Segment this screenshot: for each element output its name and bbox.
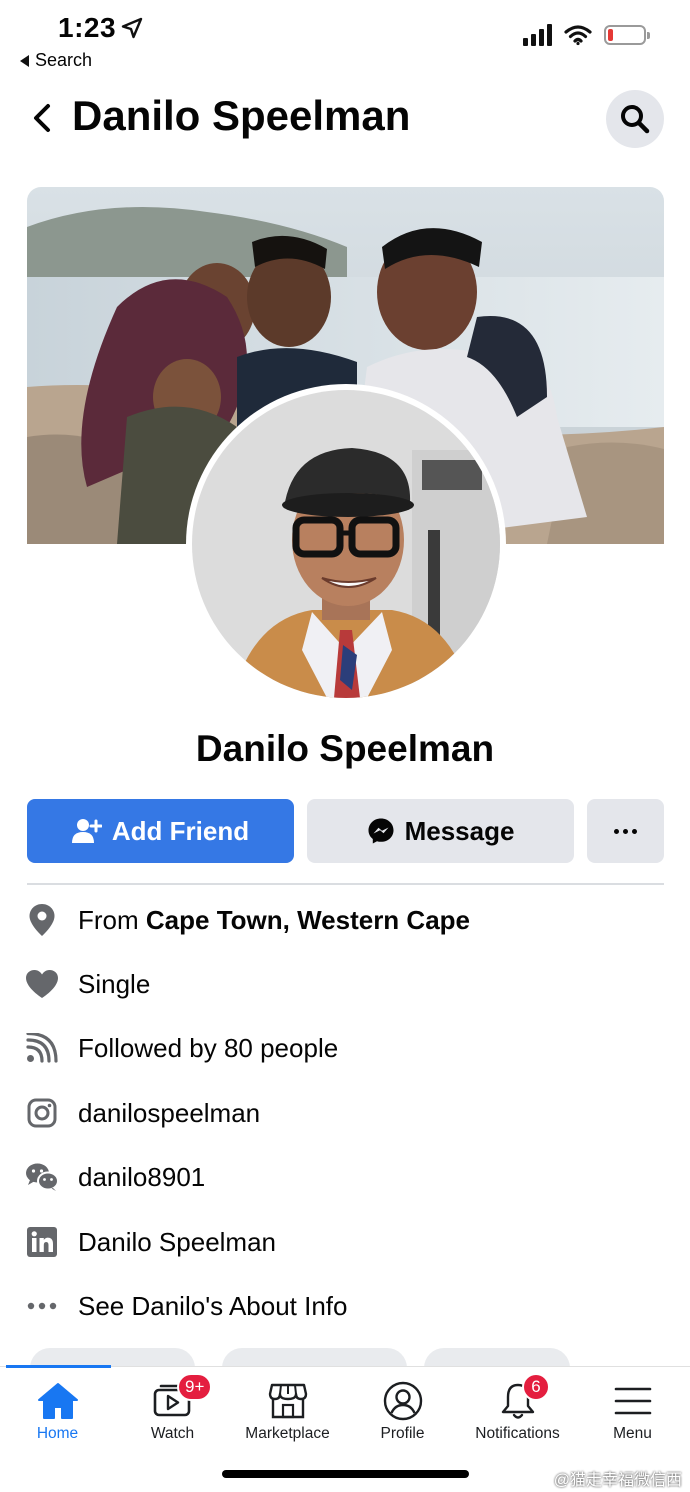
linkedin-icon [24, 1224, 60, 1260]
hometown-link[interactable]: Cape Town, Western Cape [146, 905, 470, 935]
tab-profile-label: Profile [380, 1425, 425, 1442]
back-triangle-icon [20, 54, 29, 67]
info-row-relationship: Single [24, 959, 670, 1009]
tab-watch-label: Watch [150, 1425, 195, 1442]
message-button[interactable]: Message [307, 799, 574, 863]
followers-text: Followed by 80 people [78, 1032, 339, 1063]
profile-icon [380, 1381, 426, 1421]
messenger-icon [368, 818, 394, 844]
tab-watch[interactable]: 9+ Watch [115, 1373, 230, 1443]
wechat-icon [24, 1159, 60, 1195]
profile-name: Danilo Speelman [195, 728, 495, 769]
wifi-icon [564, 25, 592, 46]
active-tab-indicator [6, 1365, 111, 1368]
tab-marketplace-label: Marketplace [245, 1425, 330, 1442]
signal-icon [523, 24, 552, 46]
info-row-hometown: From Cape Town, Western Cape [24, 895, 670, 945]
tab-marketplace[interactable]: Marketplace [230, 1377, 345, 1443]
section-divider [27, 883, 664, 885]
instagram-icon [24, 1095, 60, 1131]
instagram-handle: danilospeelman [78, 1097, 261, 1128]
status-back-to-search[interactable]: Search [20, 50, 92, 71]
search-button[interactable] [606, 90, 664, 148]
more-dots-icon [24, 1288, 60, 1324]
page-title: Danilo Speelman [72, 92, 411, 139]
about-info-link[interactable]: See Danilo's About Info [78, 1291, 347, 1322]
more-options-button[interactable] [587, 799, 664, 863]
back-chevron-icon[interactable] [24, 98, 64, 138]
info-row-linkedin[interactable]: Danilo Speelman [24, 1217, 670, 1267]
tab-notifications[interactable]: 6 Notifications [460, 1373, 575, 1443]
marketplace-icon [265, 1381, 311, 1421]
more-dots-icon [614, 828, 637, 834]
info-row-followers[interactable]: Followed by 80 people [24, 1023, 670, 1073]
tab-menu-label: Menu [613, 1425, 652, 1442]
location-pin-icon [24, 902, 60, 938]
add-friend-button[interactable]: Add Friend [27, 799, 294, 863]
tab-notifications-label: Notifications [475, 1425, 560, 1442]
hometown-prefix: From [78, 904, 146, 935]
home-indicator [222, 1470, 469, 1478]
home-icon [35, 1381, 81, 1421]
tab-profile[interactable]: Profile [345, 1377, 460, 1443]
info-row-wechat[interactable]: danilo8901 [24, 1152, 670, 1202]
status-indicators [523, 24, 650, 46]
info-row-about[interactable]: See Danilo's About Info [24, 1281, 670, 1331]
navigation-arrow-icon [121, 17, 143, 39]
status-back-label: Search [35, 50, 93, 70]
profile-avatar[interactable] [186, 384, 506, 704]
tab-home[interactable]: Home [0, 1377, 115, 1443]
tab-menu[interactable]: Menu [575, 1377, 690, 1443]
search-icon [621, 105, 650, 134]
add-person-icon [71, 819, 102, 843]
info-row-instagram[interactable]: danilospeelman [24, 1088, 670, 1138]
add-friend-label: Add Friend [111, 815, 250, 846]
tab-home-label: Home [36, 1425, 79, 1442]
notifications-badge: 6 [522, 1373, 550, 1401]
wechat-id: danilo8901 [78, 1161, 206, 1192]
relationship-status: Single [78, 968, 151, 999]
menu-icon [610, 1381, 656, 1421]
linkedin-name: Danilo Speelman [78, 1226, 277, 1257]
battery-icon [604, 25, 650, 45]
heart-icon [24, 966, 60, 1002]
watch-badge: 9+ [177, 1373, 213, 1401]
watermark: @猫走幸福微信西 [553, 1472, 682, 1489]
status-time: 1:23 [58, 12, 117, 43]
rss-icon [24, 1030, 60, 1066]
message-label: Message [404, 815, 515, 846]
